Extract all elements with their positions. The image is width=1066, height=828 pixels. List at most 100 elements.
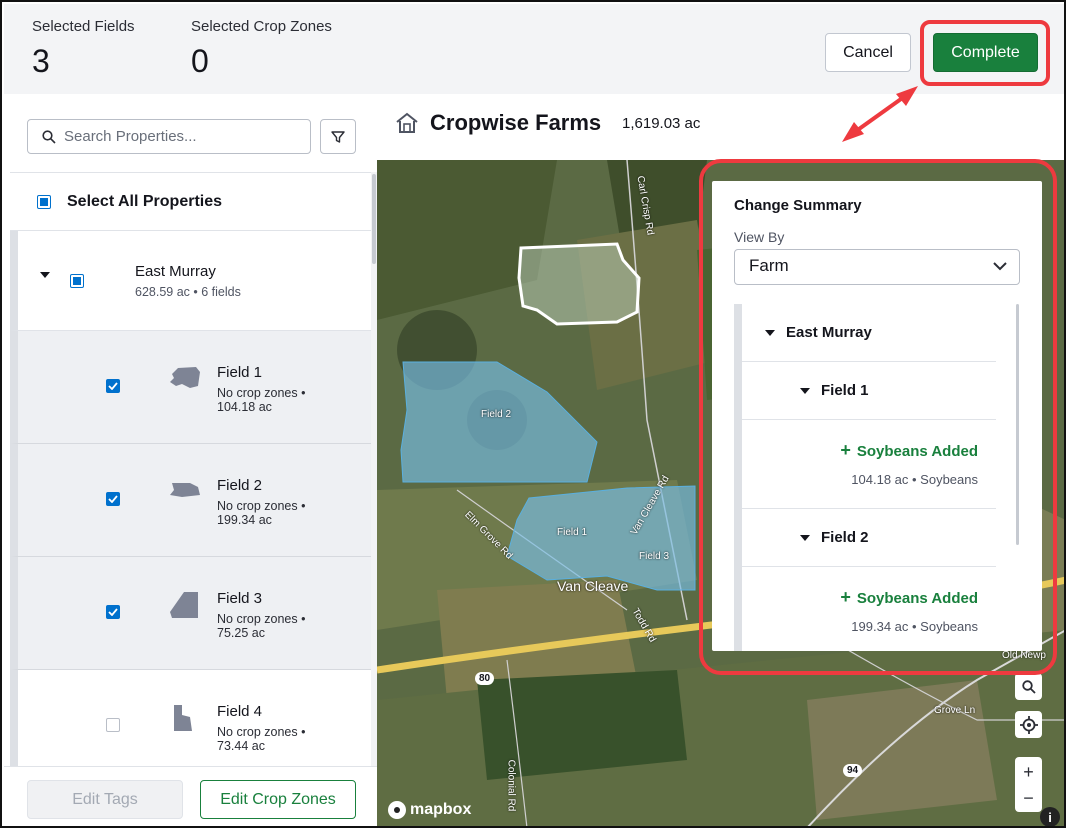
summary-change-detail: 199.34 ac • Soybeans bbox=[851, 619, 978, 634]
map-label-road: Grove Ln bbox=[934, 705, 976, 716]
zoom-in-button[interactable]: + bbox=[1023, 759, 1034, 785]
select-all-checkbox[interactable] bbox=[37, 194, 51, 209]
view-by-value: Farm bbox=[749, 256, 789, 275]
bottom-actions: Edit Tags Edit Crop Zones bbox=[4, 766, 377, 826]
select-all-row[interactable]: Select All Properties bbox=[10, 173, 371, 231]
summary-field-row[interactable]: Field 2 bbox=[742, 509, 996, 567]
highway-shield-94: 94 bbox=[843, 764, 863, 777]
search-input[interactable]: Search Properties... bbox=[27, 119, 311, 154]
mapbox-attribution[interactable]: mapbox bbox=[388, 801, 471, 819]
field-checkbox[interactable] bbox=[106, 718, 120, 732]
check-icon bbox=[108, 495, 118, 503]
zoom-out-button[interactable]: − bbox=[1023, 785, 1034, 811]
edit-crop-zones-button[interactable]: Edit Crop Zones bbox=[200, 780, 356, 819]
plus-icon: + bbox=[840, 440, 851, 460]
field-row[interactable]: Field 3 No crop zones • 75.25 ac bbox=[10, 557, 371, 670]
farm-name: East Murray bbox=[135, 263, 216, 280]
cancel-button[interactable]: Cancel bbox=[825, 33, 911, 72]
field-name: Field 2 bbox=[217, 477, 263, 494]
selected-fields-label: Selected Fields bbox=[32, 18, 135, 35]
field-acres: 73.44 ac bbox=[217, 739, 265, 753]
scrollbar-thumb[interactable] bbox=[372, 174, 376, 264]
map-label-van-cleave: Van Cleave bbox=[557, 578, 629, 594]
change-summary-panel: Change Summary View By Farm East Murray … bbox=[712, 181, 1042, 651]
field-checkbox[interactable] bbox=[106, 379, 120, 393]
double-arrow-annotation bbox=[842, 86, 918, 142]
field-crop-zones: No crop zones • bbox=[217, 499, 306, 513]
selected-crop-zones-stat: Selected Crop Zones 0 bbox=[191, 18, 332, 80]
field-shape-icon bbox=[170, 592, 198, 618]
selected-fields-count: 3 bbox=[32, 43, 50, 79]
field-checkbox[interactable] bbox=[106, 492, 120, 506]
field-checkbox[interactable] bbox=[106, 605, 120, 619]
field-row[interactable]: Field 1 No crop zones • 104.18 ac bbox=[10, 331, 371, 444]
mapbox-logo-icon bbox=[388, 801, 406, 819]
edit-tags-button[interactable]: Edit Tags bbox=[27, 780, 183, 819]
plus-icon: + bbox=[840, 587, 851, 607]
field-shape-icon bbox=[170, 367, 200, 388]
property-tree: Select All Properties East Murray 628.59… bbox=[10, 172, 371, 766]
summary-scrollbar[interactable] bbox=[1016, 304, 1019, 545]
change-summary-title: Change Summary bbox=[734, 197, 862, 214]
zoom-control: + − bbox=[1015, 757, 1042, 812]
field-name: Field 1 bbox=[217, 364, 263, 381]
selected-crop-zones-label: Selected Crop Zones bbox=[191, 18, 332, 35]
highway-shield-80: 80 bbox=[475, 672, 495, 685]
caret-down-icon[interactable] bbox=[800, 534, 810, 542]
field-acres: 75.25 ac bbox=[217, 626, 265, 640]
field-name: Field 3 bbox=[217, 590, 263, 607]
locate-button[interactable] bbox=[1015, 711, 1042, 738]
view-by-select[interactable]: Farm bbox=[734, 249, 1020, 285]
summary-change-row: + Soybeans Added 104.18 ac • Soybeans bbox=[742, 420, 996, 509]
select-all-label: Select All Properties bbox=[67, 192, 223, 210]
summary-change-row: + Soybeans Added 199.34 ac • Soybeans bbox=[742, 567, 996, 651]
summary-change-text: Soybeans Added bbox=[856, 443, 978, 460]
summary-change-text: Soybeans Added bbox=[856, 590, 978, 607]
filter-button[interactable] bbox=[320, 119, 356, 154]
summary-farm-row[interactable]: East Murray bbox=[742, 304, 996, 362]
farm-home-icon bbox=[396, 112, 418, 133]
caret-down-icon[interactable] bbox=[765, 329, 775, 337]
search-icon bbox=[42, 129, 56, 144]
field-shape-icon bbox=[174, 705, 192, 731]
field-meta: No crop zones • 199.34 ac bbox=[217, 499, 305, 527]
selected-fields-stat: Selected Fields 3 bbox=[32, 18, 135, 80]
info-icon[interactable]: i bbox=[1040, 807, 1060, 826]
summary-field-row[interactable]: Field 1 bbox=[742, 362, 996, 420]
summary-change-label: + Soybeans Added bbox=[840, 587, 978, 608]
selected-crop-zones-count: 0 bbox=[191, 43, 209, 79]
summary-change-detail: 104.18 ac • Soybeans bbox=[851, 472, 978, 487]
field-crop-zones: No crop zones • bbox=[217, 612, 306, 626]
map-label-field-1: Field 1 bbox=[557, 527, 588, 538]
view-by-label: View By bbox=[734, 229, 785, 245]
field-row[interactable]: Field 2 No crop zones • 199.34 ac bbox=[10, 444, 371, 557]
search-placeholder: Search Properties... bbox=[64, 128, 197, 145]
locate-icon bbox=[1019, 715, 1038, 734]
caret-down-icon[interactable] bbox=[800, 387, 810, 395]
mapbox-label: mapbox bbox=[410, 801, 472, 818]
field-meta: No crop zones • 73.44 ac bbox=[217, 725, 305, 753]
field-acres: 104.18 ac bbox=[217, 400, 272, 414]
field-acres: 199.34 ac bbox=[217, 513, 272, 527]
field-crop-zones: No crop zones • bbox=[217, 725, 306, 739]
map-label-field-2: Field 2 bbox=[481, 409, 512, 420]
map-search-button[interactable] bbox=[1015, 673, 1042, 700]
search-icon bbox=[1021, 679, 1036, 694]
field-name: Field 4 bbox=[217, 703, 263, 720]
summary-field-name: Field 2 bbox=[821, 529, 869, 546]
map-label-road: Colonial Rd bbox=[505, 759, 517, 812]
map-label-field-3: Field 3 bbox=[639, 551, 670, 562]
field-meta: No crop zones • 104.18 ac bbox=[217, 386, 305, 414]
farm-row-east-murray[interactable]: East Murray 628.59 ac • 6 fields bbox=[10, 231, 371, 331]
summary-field-name: Field 1 bbox=[821, 382, 869, 399]
farm-checkbox[interactable] bbox=[70, 274, 84, 288]
field-meta: No crop zones • 75.25 ac bbox=[217, 612, 305, 640]
field-row[interactable]: Field 4 No crop zones • 73.44 ac bbox=[10, 670, 371, 766]
caret-down-icon[interactable] bbox=[40, 271, 50, 279]
map-title: Cropwise Farms bbox=[430, 110, 602, 135]
map-header: Cropwise Farms 1,619.03 ac bbox=[377, 94, 1064, 160]
app-window: Selected Fields 3 Selected Crop Zones 0 … bbox=[0, 0, 1066, 828]
farm-meta: 628.59 ac • 6 fields bbox=[135, 285, 241, 299]
chevron-down-icon bbox=[993, 262, 1007, 271]
complete-button[interactable]: Complete bbox=[933, 33, 1038, 72]
